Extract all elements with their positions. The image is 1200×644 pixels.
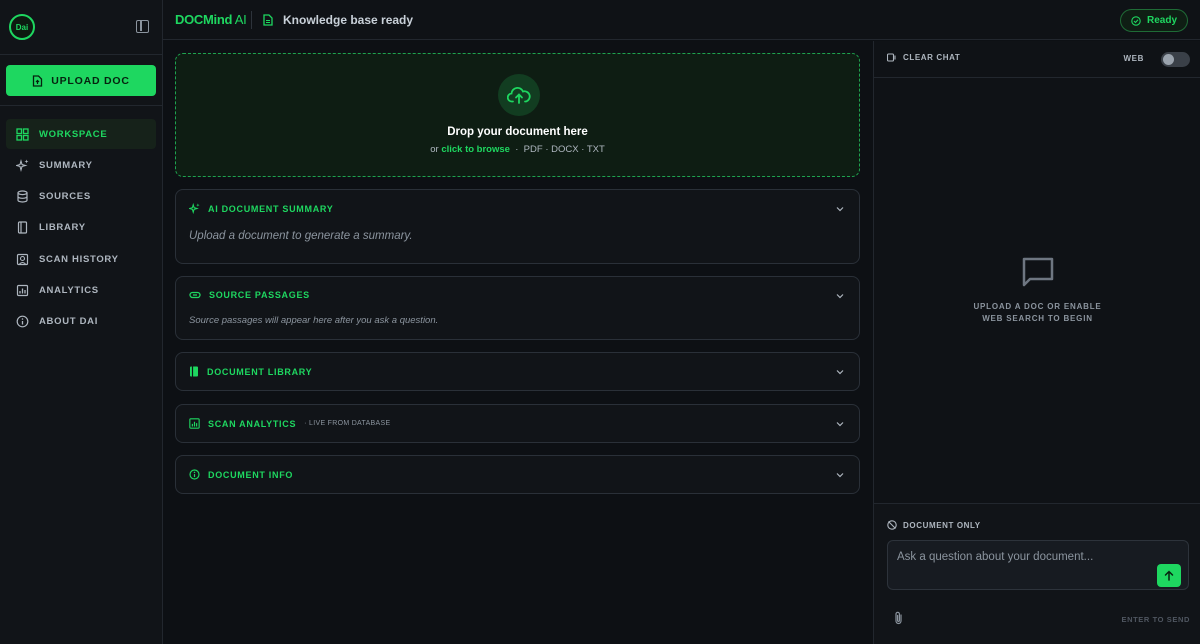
sidebar-item-label: ABOUT DAI: [39, 316, 99, 328]
empty-state-text: UPLOAD A DOC OR ENABLE WEB SEARCH TO BEG…: [973, 302, 1102, 323]
sidebar-item-label: SCAN HISTORY: [39, 253, 119, 265]
dropzone-title: Drop your document here: [447, 126, 588, 138]
info-panel[interactable]: DOCUMENT INFO: [175, 455, 860, 494]
mode-label: DOCUMENT ONLY: [903, 520, 981, 530]
question-input[interactable]: [897, 551, 1147, 563]
app-logo[interactable]: Dai: [9, 14, 35, 40]
workspace-main: Drop your document here or click to brow…: [163, 41, 873, 644]
enter-to-send-hint: ENTER TO SEND: [1121, 615, 1190, 624]
panel-body: Upload a document to generate a summary.: [189, 230, 413, 242]
clear-chat-icon: [887, 53, 896, 62]
sidebar-item-label: LIBRARY: [39, 222, 86, 234]
check-circle-icon: [1131, 15, 1141, 26]
upload-doc-label: UPLOAD DOC: [51, 74, 130, 87]
globe-off-icon: [887, 520, 897, 530]
info-icon: [16, 315, 29, 328]
arrow-up-icon: [1164, 570, 1174, 581]
status-text: Knowledge base ready: [283, 13, 414, 27]
chevron-down-icon[interactable]: [836, 368, 844, 376]
sidebar-item-workspace[interactable]: WORKSPACE: [6, 119, 156, 149]
library-panel[interactable]: DOCUMENT LIBRARY: [175, 352, 860, 391]
panel-header: DOCUMENT INFO: [189, 469, 293, 480]
dropzone-subtitle: or click to browse · PDF · DOCX · TXT: [176, 144, 859, 155]
logo-text: Dai: [15, 22, 29, 32]
question-box: [887, 540, 1189, 590]
sparkle-icon: [16, 158, 29, 172]
chevron-down-icon[interactable]: [836, 205, 844, 213]
chevron-down-icon[interactable]: [836, 471, 844, 479]
panel-title: DOCUMENT LIBRARY: [207, 366, 313, 377]
browse-link[interactable]: click to browse: [441, 144, 510, 155]
toggle-knob: [1163, 54, 1174, 65]
database-icon: [17, 190, 28, 203]
chevron-down-icon[interactable]: [836, 292, 844, 300]
brand-title: DOCMind AI: [175, 12, 247, 27]
sidebar-collapse-icon[interactable]: [136, 20, 149, 33]
bar-chart-icon: [16, 284, 29, 297]
chat-bubble-icon: [1022, 257, 1053, 287]
clear-chat-button[interactable]: CLEAR CHAT: [887, 53, 960, 62]
chat-empty-state: UPLOAD A DOC OR ENABLE WEB SEARCH TO BEG…: [874, 256, 1200, 325]
web-label: WEB: [1123, 54, 1144, 63]
sidebar-item-sources[interactable]: SOURCES: [6, 182, 156, 212]
brand-ai: AI: [232, 12, 247, 27]
clear-chat-label: CLEAR CHAT: [903, 53, 961, 62]
panel-header: AI DOCUMENT SUMMARY: [189, 203, 333, 214]
sidebar-item-summary[interactable]: SUMMARY: [6, 150, 156, 180]
ready-label: Ready: [1146, 15, 1177, 26]
send-button[interactable]: [1157, 564, 1181, 587]
chat-panel: CLEAR CHAT WEB UPLOAD A DOC OR ENABLE WE…: [873, 41, 1200, 644]
mode-indicator[interactable]: DOCUMENT ONLY: [887, 520, 981, 530]
panel-header: SOURCE PASSAGES: [189, 290, 310, 300]
book-icon: [190, 366, 198, 377]
sidebar-item-label: SOURCES: [39, 191, 91, 203]
sparkle-icon: [189, 203, 200, 214]
cloud-upload-icon: [498, 74, 540, 116]
sources-panel[interactable]: SOURCE PASSAGES Source passages will app…: [175, 276, 860, 340]
status-badge: Ready: [1119, 9, 1188, 32]
sidebar-item-about[interactable]: ABOUT DAI: [6, 307, 156, 337]
panel-subtitle: · LIVE FROM DATABASE: [304, 420, 391, 427]
panel-title: SOURCE PASSAGES: [209, 290, 310, 300]
sidebar-item-analytics[interactable]: ANALYTICS: [6, 275, 156, 305]
upload-doc-button[interactable]: UPLOAD DOC: [6, 65, 156, 96]
sidebar-item-label: WORKSPACE: [39, 128, 108, 140]
paperclip-icon[interactable]: [893, 611, 905, 625]
chevron-down-icon[interactable]: [836, 420, 844, 428]
sidebar-item-label: ANALYTICS: [39, 284, 99, 296]
upload-dropzone[interactable]: Drop your document here or click to brow…: [175, 53, 860, 177]
grid-icon: [16, 127, 29, 141]
sidebar: Dai UPLOAD DOC WORKSPACE SUMMARY SOURCES…: [0, 0, 163, 644]
brand-main: DOCMind: [175, 12, 233, 27]
history-icon: [16, 253, 29, 265]
analytics-panel[interactable]: SCAN ANALYTICS · LIVE FROM DATABASE: [175, 404, 860, 443]
dropzone-prefix: or: [430, 144, 442, 155]
book-icon: [17, 221, 28, 234]
dropzone-formats: · PDF · DOCX · TXT: [509, 144, 605, 155]
link-icon: [189, 291, 201, 299]
sidebar-header: Dai: [0, 0, 162, 55]
bar-chart-icon: [189, 418, 200, 429]
sidebar-divider: [0, 105, 162, 106]
info-icon: [189, 469, 200, 480]
file-upload-icon: [33, 74, 43, 87]
sidebar-item-label: SUMMARY: [39, 159, 93, 171]
panel-header: DOCUMENT LIBRARY: [189, 366, 312, 377]
web-search-toggle[interactable]: [1161, 52, 1190, 67]
sidebar-nav: WORKSPACE SUMMARY SOURCES LIBRARY SCAN H…: [6, 119, 156, 338]
panel-title: SCAN ANALYTICS: [208, 418, 297, 429]
document-icon: [263, 14, 273, 26]
summary-panel[interactable]: AI DOCUMENT SUMMARY Upload a document to…: [175, 189, 860, 264]
top-header: DOCMind AI Knowledge base ready Ready: [163, 0, 1200, 40]
knowledge-base-status: Knowledge base ready: [263, 13, 413, 27]
panel-title: AI DOCUMENT SUMMARY: [208, 203, 334, 214]
chat-toolbar: CLEAR CHAT WEB: [874, 41, 1200, 78]
sidebar-item-scan-history[interactable]: SCAN HISTORY: [6, 244, 156, 274]
panel-title: DOCUMENT INFO: [208, 469, 294, 480]
header-divider: [251, 11, 252, 29]
chat-composer: DOCUMENT ONLY ENTER TO SEND: [874, 503, 1200, 644]
sidebar-item-library[interactable]: LIBRARY: [6, 213, 156, 243]
panel-header: SCAN ANALYTICS · LIVE FROM DATABASE: [189, 418, 390, 429]
panel-body: Source passages will appear here after y…: [189, 315, 439, 326]
